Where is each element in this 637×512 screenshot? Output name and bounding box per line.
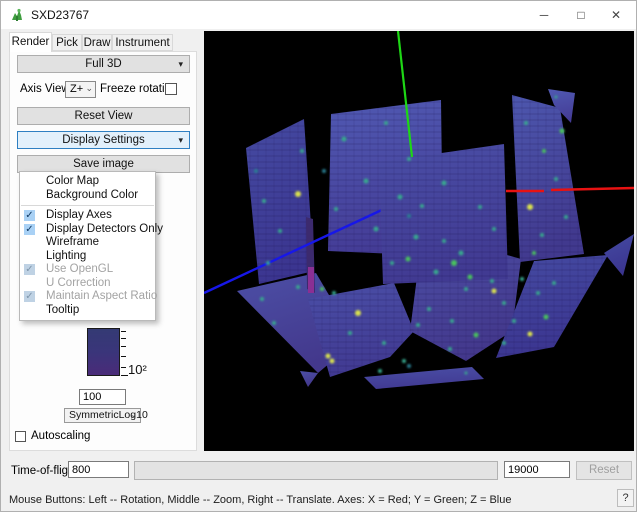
- save-image-label: Save image: [73, 158, 134, 170]
- axis-view-row: Axis View: Z+ ⌄ Freeze rotation: [10, 81, 198, 99]
- colorbar-tick: [121, 367, 126, 368]
- reset-view-button[interactable]: Reset View: [17, 107, 190, 125]
- tab-pick[interactable]: Pick: [52, 34, 82, 51]
- maximize-button[interactable]: □: [561, 1, 601, 29]
- help-button[interactable]: ?: [617, 489, 634, 507]
- dropdown-arrow-icon: ▾: [178, 56, 183, 72]
- menu-item-background-color[interactable]: Background Color: [20, 189, 155, 203]
- check-icon: ✓: [24, 210, 35, 221]
- display-settings-button[interactable]: Display Settings ▾: [17, 131, 190, 149]
- menu-separator: [21, 205, 154, 206]
- axis-view-combobox[interactable]: Z+ ⌄: [65, 81, 96, 98]
- tab-draw[interactable]: Draw: [82, 34, 112, 51]
- colorbar-tick: [121, 346, 126, 347]
- freeze-rotation-checkbox[interactable]: [165, 83, 177, 95]
- colorbar-tick: [121, 338, 126, 339]
- colorbar-scale-label: 10²: [128, 362, 147, 377]
- detector-panel-front: [379, 144, 508, 284]
- instrument-render: [204, 31, 634, 451]
- display-settings-label: Display Settings: [62, 134, 144, 146]
- window-title: SXD23767: [31, 8, 89, 22]
- menu-item-tooltip[interactable]: Tooltip: [20, 304, 155, 318]
- colorbar-major-tick: [121, 375, 128, 376]
- tof-min-input[interactable]: [68, 461, 129, 478]
- scale-type-combobox[interactable]: SymmetricLog10 ⌄: [64, 408, 141, 423]
- menu-item-color-map[interactable]: Color Map: [20, 175, 155, 189]
- colorbar[interactable]: [87, 328, 120, 376]
- app-icon: [9, 7, 25, 23]
- autoscaling-label: Autoscaling: [31, 430, 90, 442]
- menu-item-maintain-aspect-ratio: ✓Maintain Aspect Ratio: [20, 290, 155, 304]
- menu-item-use-opengl: ✓Use OpenGL: [20, 263, 155, 277]
- check-icon: ✓: [24, 224, 35, 235]
- minimize-button[interactable]: ─: [524, 1, 564, 29]
- check-icon: ✓: [24, 291, 35, 302]
- colorbar-tick: [121, 356, 126, 357]
- tab-instrument[interactable]: Instrument: [112, 34, 173, 51]
- check-icon: ✓: [24, 264, 35, 275]
- menu-item-display-axes[interactable]: ✓Display Axes: [20, 209, 155, 223]
- colorbar-tick: [121, 331, 126, 332]
- close-button[interactable]: ✕: [596, 1, 636, 29]
- menu-item-lighting[interactable]: Lighting: [20, 250, 155, 264]
- tof-slider[interactable]: [134, 461, 498, 480]
- status-bar-text: Mouse Buttons: Left -- Rotation, Middle …: [9, 494, 511, 506]
- axis-view-value: Z+: [70, 83, 83, 95]
- menu-item-display-detectors-only[interactable]: ✓Display Detectors Only: [20, 223, 155, 237]
- chevron-down-icon: ⌄: [85, 81, 93, 96]
- autoscaling-checkbox[interactable]: [15, 431, 26, 442]
- scale-max-input[interactable]: [79, 389, 126, 405]
- tof-max-input[interactable]: [504, 461, 570, 478]
- chevron-down-icon: ⌄: [129, 408, 137, 421]
- display-settings-menu: Color Map Background Color ✓Display Axes…: [19, 171, 156, 321]
- menu-item-wireframe[interactable]: Wireframe: [20, 236, 155, 250]
- menu-item-u-correction: U Correction: [20, 277, 155, 291]
- reset-view-label: Reset View: [75, 110, 133, 122]
- projection-dropdown[interactable]: Full 3D ▾: [17, 55, 190, 73]
- instrument-3d-viewport[interactable]: [204, 31, 634, 451]
- title-bar: SXD23767 ─ □ ✕: [1, 1, 637, 29]
- dropdown-arrow-icon: ▾: [178, 132, 183, 148]
- tab-render[interactable]: Render: [9, 32, 52, 52]
- application-window: SXD23767 ─ □ ✕ Render Pick Draw Instrume…: [0, 0, 637, 512]
- tof-reset-button: Reset: [576, 461, 632, 480]
- projection-value: Full 3D: [85, 58, 121, 70]
- magenta-streak: [308, 267, 314, 293]
